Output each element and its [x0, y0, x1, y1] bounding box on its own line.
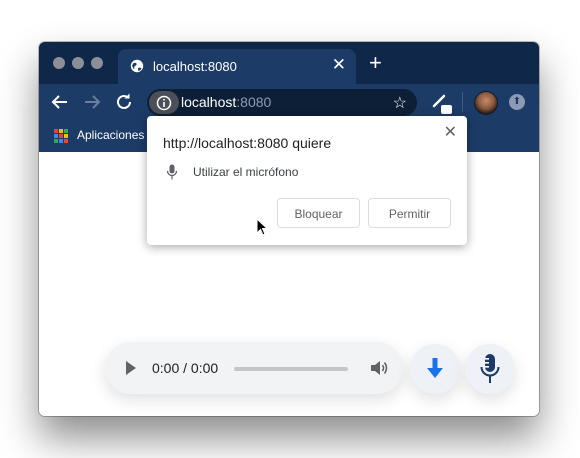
back-icon[interactable]: [48, 90, 72, 114]
minimize-window-button[interactable]: [72, 57, 84, 69]
url-port: :8080: [236, 94, 272, 110]
close-window-button[interactable]: [53, 57, 65, 69]
download-button[interactable]: [410, 344, 460, 394]
maximize-window-button[interactable]: [91, 57, 103, 69]
permission-popup: http://localhost:8080 quiere ✕ Utilizar …: [147, 116, 467, 245]
download-icon: [427, 358, 443, 378]
extension-icon[interactable]: [431, 90, 453, 114]
cursor-icon: [256, 218, 268, 236]
globe-icon: [130, 59, 144, 73]
record-mic-icon: [480, 354, 500, 383]
toolbar: localhost:8080 ☆ ⬆: [39, 84, 539, 120]
allow-button[interactable]: Permitir: [368, 198, 451, 228]
reload-icon[interactable]: [112, 90, 136, 114]
info-icon: [156, 95, 172, 111]
new-tab-button[interactable]: +: [369, 52, 382, 74]
toolbar-divider: [462, 92, 463, 112]
url-text: localhost:8080: [181, 94, 271, 110]
time-display: 0:00 / 0:00: [152, 360, 219, 376]
update-icon[interactable]: ⬆: [509, 94, 525, 110]
site-info-button[interactable]: [149, 91, 179, 114]
apps-icon[interactable]: [54, 129, 68, 143]
close-icon[interactable]: ✕: [444, 122, 457, 142]
permission-text: Utilizar el micrófono: [193, 165, 299, 179]
close-icon[interactable]: ✕: [332, 56, 346, 74]
address-bar[interactable]: localhost:8080 ☆: [147, 89, 417, 116]
url-host: localhost: [181, 94, 237, 110]
play-icon[interactable]: [126, 361, 136, 375]
star-icon[interactable]: ☆: [393, 93, 407, 113]
volume-icon[interactable]: [369, 359, 389, 377]
popup-title: http://localhost:8080 quiere: [163, 135, 332, 151]
avatar[interactable]: [474, 91, 498, 115]
tab-localhost[interactable]: localhost:8080 ✕: [118, 49, 356, 84]
tab-title: localhost:8080: [153, 59, 237, 74]
apps-bookmark-label[interactable]: Aplicaciones: [77, 128, 144, 142]
mic-icon: [166, 164, 178, 180]
title-bar: localhost:8080 ✕ +: [39, 42, 539, 84]
block-button[interactable]: Bloquear: [277, 198, 360, 228]
record-button[interactable]: [465, 344, 515, 394]
seek-bar[interactable]: [234, 367, 348, 371]
audio-player: 0:00 / 0:00: [105, 342, 403, 394]
forward-icon[interactable]: [80, 90, 104, 114]
